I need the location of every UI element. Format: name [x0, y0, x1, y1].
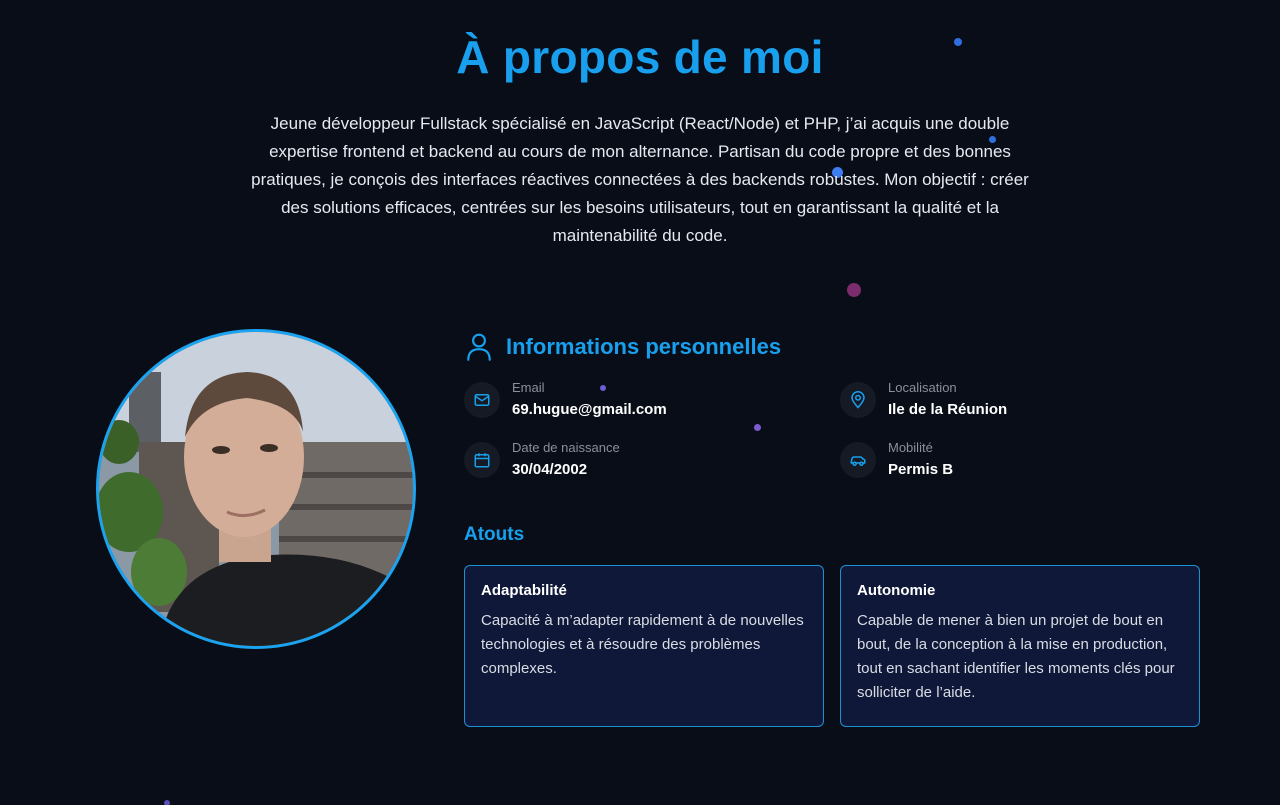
particle-dot — [847, 283, 861, 297]
particle-dot — [164, 800, 170, 805]
calendar-icon-circle — [464, 442, 500, 478]
atout-card-autonomy: Autonomie Capable de mener à bien un pro… — [840, 565, 1200, 727]
personal-info-title: Informations personnelles — [506, 334, 782, 359]
map-pin-icon — [851, 391, 865, 409]
personal-info-header: Informations personnelles — [466, 331, 781, 363]
about-section: À propos de moi Jeune développeur Fullst… — [0, 0, 1280, 805]
page-title: À propos de moi — [456, 31, 824, 83]
info-label-mobility: Mobilité — [888, 440, 933, 455]
mail-icon-circle — [464, 382, 500, 418]
info-value-birthdate: 30/04/2002 — [512, 461, 588, 478]
atout-card-title: Adaptabilité — [481, 582, 567, 599]
info-value-email[interactable]: 69.hugue@gmail.com — [512, 401, 667, 419]
user-icon — [467, 333, 491, 361]
atouts-title: Atouts — [464, 524, 525, 545]
atout-card-title: Autonomie — [857, 582, 936, 599]
car-icon-circle — [840, 442, 876, 478]
profile-photo — [99, 332, 413, 646]
particle-dot — [754, 424, 761, 431]
info-label-email: Email — [512, 380, 545, 395]
atout-card-text: Capable de mener à bien un projet de bou… — [857, 612, 1175, 701]
info-item-mobility: Mobilité Permis B — [840, 440, 953, 479]
info-value-location: Ile de la Réunion — [888, 401, 1008, 418]
atout-card-text: Capacité à m’adapter rapidement à de nou… — [481, 612, 804, 677]
info-item-email: Email 69.hugue@gmail.com — [464, 380, 667, 419]
info-item-location: Localisation Ile de la Réunion — [840, 380, 1007, 419]
info-item-birthdate: Date de naissance 30/04/2002 — [464, 440, 620, 479]
info-value-mobility: Permis B — [888, 461, 954, 478]
mail-icon — [474, 394, 490, 406]
intro-paragraph: Jeune développeur Fullstack spécialisé e… — [251, 114, 1029, 245]
map-pin-icon-circle — [840, 382, 876, 418]
atout-card-adaptability: Adaptabilité Capacité à m’adapter rapide… — [464, 565, 824, 727]
calendar-icon — [474, 453, 490, 468]
info-label-location: Localisation — [888, 380, 957, 395]
car-icon — [850, 456, 866, 466]
avatar — [96, 329, 416, 649]
info-label-birthdate: Date de naissance — [512, 440, 620, 455]
